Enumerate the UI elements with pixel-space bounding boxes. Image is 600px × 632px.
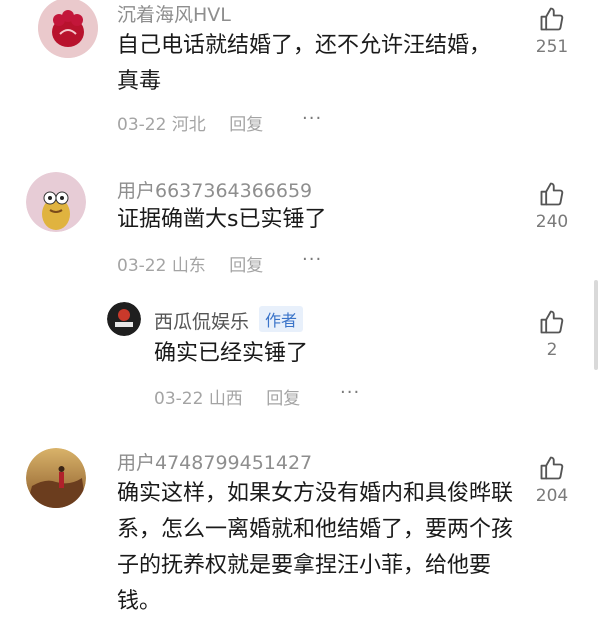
channel-logo-avatar-icon[interactable] xyxy=(107,302,141,336)
comment-date: 03-22 xyxy=(117,115,167,135)
comment-location: 河北 xyxy=(171,115,206,135)
reply-button[interactable]: 回复 xyxy=(229,115,263,135)
username[interactable]: 沉着海风HVL xyxy=(117,0,231,27)
more-options-button[interactable]: ··· xyxy=(302,249,322,270)
thumbs-up-icon xyxy=(540,456,564,480)
author-name[interactable]: 西瓜侃娱乐 xyxy=(154,311,249,333)
more-options-button[interactable]: ··· xyxy=(340,382,360,403)
comment-meta: 03-22 山东 回复 xyxy=(117,251,263,276)
comment-date: 03-22 xyxy=(154,389,204,409)
comment-text: 确实这样，如果女方没有婚内和具俊晔联系，怎么一离婚就和他结婚了，要两个孩子的抚养… xyxy=(117,481,514,614)
like-button[interactable]: 240 xyxy=(524,180,580,232)
reply-button[interactable]: 回复 xyxy=(229,256,263,276)
reply-button[interactable]: 回复 xyxy=(266,389,300,409)
scrollbar[interactable] xyxy=(594,280,598,370)
username[interactable]: 用户6637364366659 xyxy=(117,176,312,203)
like-button[interactable]: 251 xyxy=(524,5,580,57)
thumbs-up-icon xyxy=(540,310,564,334)
like-count: 251 xyxy=(535,37,569,57)
comment-date: 03-22 xyxy=(117,256,167,276)
comment-text: 确实已经实锤了 xyxy=(154,341,309,366)
cartoon-character-avatar-icon[interactable] xyxy=(26,172,86,232)
comment-item: 用户4748799451427 确实这样，如果女方没有婚内和具俊晔联系，怎么一离… xyxy=(0,442,600,632)
like-count: 204 xyxy=(535,486,569,506)
more-options-button[interactable]: ··· xyxy=(302,108,322,129)
thumbs-up-icon xyxy=(540,7,564,31)
autumn-scene-avatar-icon[interactable] xyxy=(26,448,86,508)
author-badge: 作者 xyxy=(259,306,304,332)
username[interactable]: 用户4748799451427 xyxy=(117,448,312,475)
comment-meta: 03-22 河北 回复 xyxy=(117,110,263,135)
thumbs-up-icon xyxy=(540,182,564,206)
like-count: 240 xyxy=(535,212,569,232)
comment-text: 证据确凿大s已实锤了 xyxy=(117,207,327,232)
comment-meta: 03-22 山西 回复 xyxy=(154,384,300,409)
like-button[interactable]: 2 xyxy=(524,308,580,360)
reply-item: 西瓜侃娱乐 作者 确实已经实锤了 03-22 山西 回复 ··· 2 xyxy=(0,298,600,418)
comment-item: 用户6637364366659 证据确凿大s已实锤了 03-22 山东 回复 ·… xyxy=(0,170,600,280)
comment-location: 山西 xyxy=(208,389,243,409)
comment-text: 自己电话就结婚了，还不允许汪结婚，真毒 xyxy=(117,33,492,94)
like-button[interactable]: 204 xyxy=(524,454,580,506)
username[interactable]: 西瓜侃娱乐 作者 xyxy=(154,306,304,334)
comment-location: 山东 xyxy=(171,256,206,276)
comment-item: 沉着海风HVL 自己电话就结婚了，还不允许汪结婚，真毒 03-22 河北 回复 … xyxy=(0,0,600,150)
like-count: 2 xyxy=(546,340,558,360)
red-flower-avatar-icon[interactable] xyxy=(38,0,98,58)
